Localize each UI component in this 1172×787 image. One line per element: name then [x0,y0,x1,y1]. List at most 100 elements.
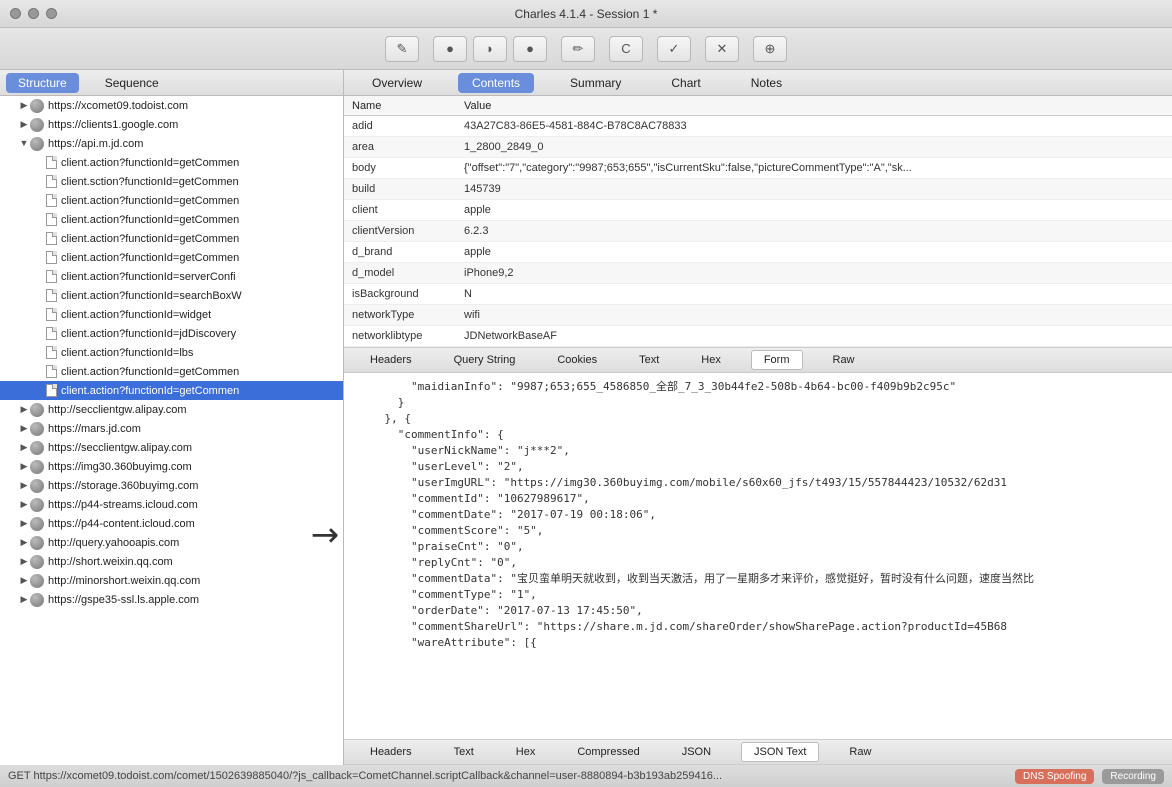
globe-icon [30,593,44,607]
request-row[interactable]: client.action?functionId=getCommen [0,362,343,381]
toolbar-btn-7[interactable]: ✕ [705,36,739,62]
chevron-right-icon[interactable]: ▶ [18,423,30,434]
request-row[interactable]: client.action?functionId=serverConfi [0,267,343,286]
param-row[interactable]: networklibtypeJDNetworkBaseAF [344,326,1172,347]
host-row[interactable]: ▶https://mars.jd.com [0,419,343,438]
toolbar-btn-8[interactable]: ⊕ [753,36,787,62]
right-tab-summary[interactable]: Summary [556,73,635,93]
toolbar-btn-2[interactable]: ◗ [473,36,507,62]
host-row[interactable]: ▶https://clients1.google.com [0,115,343,134]
req-tab-cookies[interactable]: Cookies [545,351,609,369]
host-row[interactable]: ▶http://secclientgw.alipay.com [0,400,343,419]
param-row[interactable]: networkTypewifi [344,305,1172,326]
req-tab-raw[interactable]: Raw [821,351,867,369]
chevron-right-icon[interactable]: ▶ [18,100,30,111]
chevron-right-icon[interactable]: ▶ [18,499,30,510]
param-row[interactable]: area1_2800_2849_0 [344,137,1172,158]
toolbar-btn-4[interactable]: ✏ [561,36,595,62]
resp-tab-text[interactable]: Text [442,743,486,761]
right-tab-notes[interactable]: Notes [737,73,796,93]
resp-tab-headers[interactable]: Headers [358,743,424,761]
request-row[interactable]: client.action?functionId=searchBoxW [0,286,343,305]
host-row[interactable]: ▶https://p44-content.icloud.com [0,514,343,533]
request-row[interactable]: client.action?functionId=getCommen [0,229,343,248]
host-row[interactable]: ▶https://p44-streams.icloud.com [0,495,343,514]
req-tab-query-string[interactable]: Query String [442,351,528,369]
chevron-right-icon[interactable]: ▶ [18,480,30,491]
response-json[interactable]: "maidianInfo": "9987;653;655_4586850_全部_… [344,373,1172,739]
param-row[interactable]: clientVersion6.2.3 [344,221,1172,242]
chevron-right-icon[interactable]: ▶ [18,404,30,415]
request-row[interactable]: client.action?functionId=getCommen [0,191,343,210]
recording-pill[interactable]: Recording [1102,769,1164,784]
request-row[interactable]: client.action?functionId=widget [0,305,343,324]
req-tab-headers[interactable]: Headers [358,351,424,369]
request-row[interactable]: client.action?functionId=getCommen [0,248,343,267]
chevron-right-icon[interactable]: ▶ [18,461,30,472]
toolbar-btn-3[interactable]: ● [513,36,547,62]
chevron-right-icon[interactable]: ▶ [18,575,30,586]
request-row[interactable]: client.action?functionId=getCommen [0,210,343,229]
globe-icon [30,517,44,531]
resp-tab-hex[interactable]: Hex [504,743,548,761]
globe-icon [30,99,44,113]
host-row[interactable]: ▶ https://gspe35-ssl.ls.apple.com [0,590,343,609]
right-tab-chart[interactable]: Chart [657,73,714,93]
request-row[interactable]: client.action?functionId=getCommen [0,381,343,400]
chevron-right-icon[interactable]: ▶ [18,537,30,548]
chevron-right-icon[interactable]: ▶ [18,594,30,605]
response-tabs: Headers Text Hex Compressed JSON JSON Text Raw [344,739,1172,765]
request-row[interactable]: client.action?functionId=jdDiscovery [0,324,343,343]
left-tab-structure[interactable]: Structure [6,73,79,93]
req-tab-form[interactable]: Form [751,350,803,370]
status-message: GET https://xcomet09.todoist.com/comet/1… [8,770,1007,782]
chevron-down-icon[interactable]: ▼ [18,138,30,148]
chevron-right-icon[interactable]: ▶ [18,556,30,567]
resp-tab-raw[interactable]: Raw [837,743,883,761]
max-dot[interactable] [46,8,57,19]
toolbar-btn-6[interactable]: ✓ [657,36,691,62]
toolbar-btn-5[interactable]: C [609,36,643,62]
request-row[interactable]: client.sction?functionId=getCommen [0,172,343,191]
req-tab-text[interactable]: Text [627,351,671,369]
req-tab-hex[interactable]: Hex [689,351,733,369]
param-row[interactable]: d_brandapple [344,242,1172,263]
resp-tab-compressed[interactable]: Compressed [565,743,651,761]
request-row[interactable]: client.action?functionId=getCommen [0,153,343,172]
document-icon [46,175,57,188]
host-row[interactable]: ▶http://short.weixin.qq.com [0,552,343,571]
host-row[interactable]: ▶http://query.yahooapis.com [0,533,343,552]
left-tab-sequence[interactable]: Sequence [93,73,171,93]
chevron-right-icon[interactable]: ▶ [18,442,30,453]
toolbar-btn-1[interactable]: ● [433,36,467,62]
host-row[interactable]: ▶http://minorshort.weixin.qq.com [0,571,343,590]
host-tree[interactable]: ▶https://xcomet09.todoist.com▶https://cl… [0,96,343,765]
chevron-right-icon[interactable]: ▶ [18,518,30,529]
host-row[interactable]: ▶https://storage.360buyimg.com [0,476,343,495]
min-dot[interactable] [28,8,39,19]
host-label: https://gspe35-ssl.ls.apple.com [48,594,199,606]
param-row[interactable]: clientapple [344,200,1172,221]
host-row[interactable]: ▶https://img30.360buyimg.com [0,457,343,476]
param-row[interactable]: isBackgroundN [344,284,1172,305]
param-row[interactable]: body{"offset":"7","category":"9987;653;6… [344,158,1172,179]
document-icon [46,270,57,283]
param-row[interactable]: build145739 [344,179,1172,200]
resp-tab-json-text[interactable]: JSON Text [741,742,819,762]
host-row[interactable]: ▼https://api.m.jd.com [0,134,343,153]
param-row[interactable]: d_modeliPhone9,2 [344,263,1172,284]
dns-spoofing-pill[interactable]: DNS Spoofing [1015,769,1094,784]
titlebar: Charles 4.1.4 - Session 1 * [0,0,1172,28]
close-dot[interactable] [10,8,21,19]
right-tab-overview[interactable]: Overview [358,73,436,93]
resp-tab-json[interactable]: JSON [670,743,723,761]
document-icon [46,156,57,169]
param-value: 6.2.3 [464,225,1172,237]
host-row[interactable]: ▶https://xcomet09.todoist.com [0,96,343,115]
right-tab-contents[interactable]: Contents [458,73,534,93]
host-row[interactable]: ▶https://secclientgw.alipay.com [0,438,343,457]
request-row[interactable]: client.action?functionId=lbs [0,343,343,362]
chevron-right-icon[interactable]: ▶ [18,119,30,130]
toolbar-btn-0[interactable]: ✎ [385,36,419,62]
param-row[interactable]: adid43A27C83-86E5-4581-884C-B78C8AC78833 [344,116,1172,137]
